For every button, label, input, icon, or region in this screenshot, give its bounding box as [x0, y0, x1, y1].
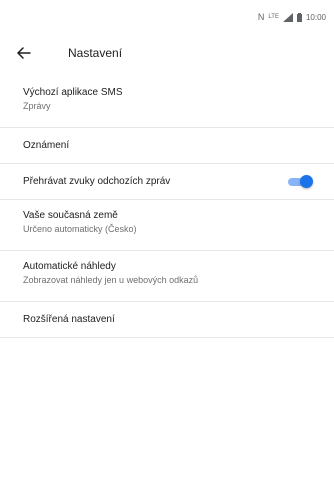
- signal-icon: [282, 12, 293, 22]
- setting-title: Automatické náhledy: [23, 261, 116, 272]
- setting-subtitle: Zprávy: [23, 101, 51, 111]
- page-title: Nastavení: [68, 46, 123, 60]
- nfc-icon: N: [257, 12, 265, 22]
- setting-title: Vaše současná země: [23, 210, 118, 221]
- setting-current-country[interactable]: Vaše současná země Určeno automaticky (Č…: [0, 200, 334, 251]
- setting-subtitle: Zobrazovat náhledy jen u webových odkazů: [23, 275, 199, 285]
- back-button[interactable]: [10, 40, 38, 66]
- battery-icon: [296, 12, 302, 22]
- app-bar: Nastavení: [0, 36, 334, 70]
- outgoing-sounds-toggle[interactable]: [288, 175, 313, 188]
- setting-title: Rozšířená nastavení: [23, 314, 115, 325]
- setting-advanced[interactable]: Rozšířená nastavení: [0, 302, 334, 338]
- status-bar: N LTE 10:00: [0, 0, 334, 36]
- settings-list: Výchozí aplikace SMS Zprávy Oznámení Pře…: [0, 77, 334, 338]
- setting-auto-previews[interactable]: Automatické náhledy Zobrazovat náhledy j…: [0, 251, 334, 302]
- toggle-thumb: [300, 175, 313, 188]
- setting-title: Oznámení: [23, 140, 70, 151]
- arrow-back-icon: [17, 47, 31, 59]
- setting-title: Přehrávat zvuky odchozích zpráv: [23, 176, 171, 187]
- network-type: LTE: [268, 14, 279, 20]
- setting-subtitle: Určeno automaticky (Česko): [23, 224, 137, 234]
- clock: 10:00: [305, 12, 326, 22]
- setting-outgoing-sounds[interactable]: Přehrávat zvuky odchozích zpráv: [0, 164, 334, 200]
- setting-notifications[interactable]: Oznámení: [0, 128, 334, 164]
- status-icons: N LTE 10:00: [258, 12, 326, 22]
- setting-default-sms-app[interactable]: Výchozí aplikace SMS Zprávy: [0, 77, 334, 128]
- setting-title: Výchozí aplikace SMS: [23, 87, 123, 98]
